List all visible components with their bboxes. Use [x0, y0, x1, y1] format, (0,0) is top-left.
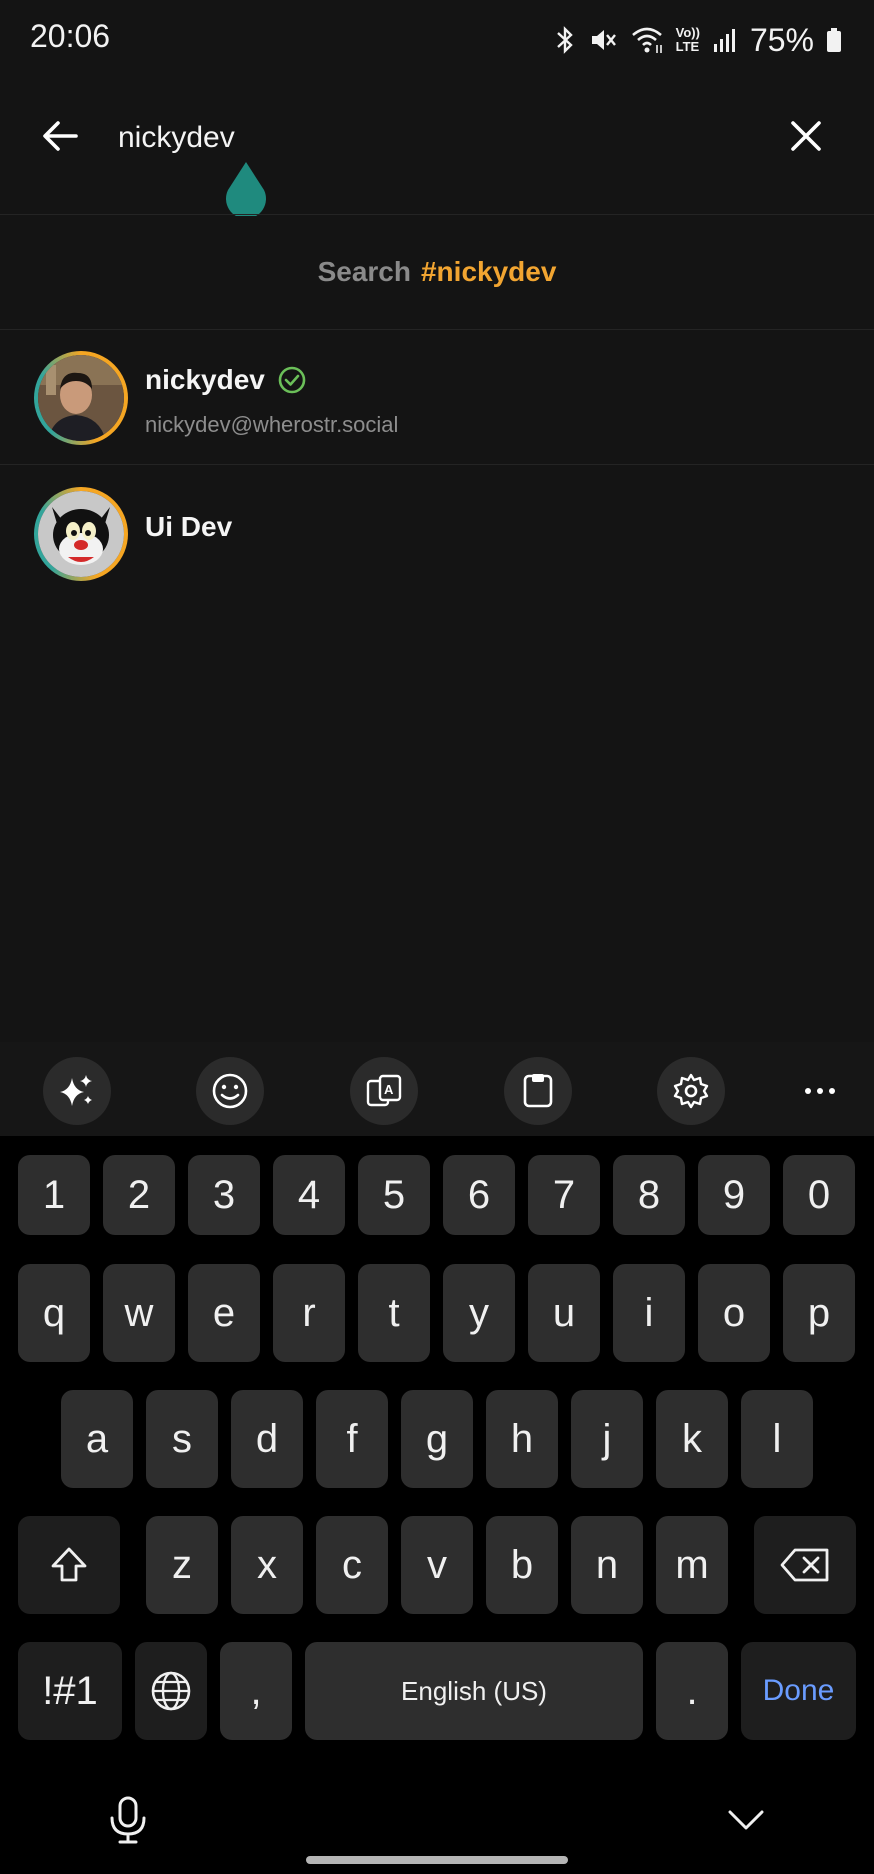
home-indicator[interactable] [306, 1856, 568, 1864]
gear-icon [673, 1073, 709, 1109]
backspace-icon [780, 1548, 829, 1582]
key-a[interactable]: a [61, 1390, 133, 1488]
language-key[interactable] [135, 1642, 207, 1740]
avatar-image [38, 355, 124, 441]
key-c[interactable]: c [316, 1516, 388, 1614]
key-l[interactable]: l [741, 1390, 813, 1488]
battery-percent: 75% [749, 21, 814, 58]
key-9[interactable]: 9 [698, 1155, 770, 1235]
lte-label: LTE [675, 39, 700, 54]
more-options-button[interactable] [790, 1057, 850, 1125]
volte-icon: Vo)) LTE [676, 26, 700, 54]
text-cursor-handle[interactable] [222, 160, 270, 216]
more-horizontal-icon [805, 1088, 835, 1094]
search-input[interactable] [118, 112, 738, 164]
key-t[interactable]: t [358, 1264, 430, 1362]
key-5[interactable]: 5 [358, 1155, 430, 1235]
key-n[interactable]: n [571, 1516, 643, 1614]
key-3[interactable]: 3 [188, 1155, 260, 1235]
backspace-key[interactable] [754, 1516, 856, 1614]
user-result-row[interactable]: Ui Dev [0, 465, 874, 601]
key-e[interactable]: e [188, 1264, 260, 1362]
key-f[interactable]: f [316, 1390, 388, 1488]
search-hashtag-term: #nickydev [420, 256, 557, 287]
clipboard-button[interactable] [504, 1057, 572, 1125]
key-b[interactable]: b [486, 1516, 558, 1614]
key-q[interactable]: q [18, 1264, 90, 1362]
avatar [34, 351, 128, 445]
keyboard-settings-button[interactable] [657, 1057, 725, 1125]
wifi-icon [630, 25, 664, 55]
microphone-icon[interactable] [108, 1796, 148, 1844]
period-key[interactable]: . [656, 1642, 728, 1740]
key-w[interactable]: w [103, 1264, 175, 1362]
close-icon [791, 121, 821, 151]
search-hashtag-prefix: Search [317, 256, 411, 287]
user-name-line: nickydev [145, 364, 307, 396]
key-y[interactable]: y [443, 1264, 515, 1362]
key-m[interactable]: m [656, 1516, 728, 1614]
clipboard-icon [523, 1074, 553, 1108]
battery-icon [826, 26, 842, 54]
svg-text:A: A [384, 1082, 394, 1097]
user-nip05: nickydev@wherostr.social [145, 412, 399, 437]
key-r[interactable]: r [273, 1264, 345, 1362]
key-k[interactable]: k [656, 1390, 728, 1488]
back-button[interactable] [36, 112, 84, 160]
clear-button[interactable] [782, 112, 830, 160]
key-z[interactable]: z [146, 1516, 218, 1614]
key-j[interactable]: j [571, 1390, 643, 1488]
translate-icon: A [366, 1074, 402, 1107]
key-i[interactable]: i [613, 1264, 685, 1362]
volte-label: Vo)) [675, 25, 700, 40]
avatar-image [38, 491, 124, 577]
mute-icon [588, 25, 618, 55]
key-4[interactable]: 4 [273, 1155, 345, 1235]
symbols-key[interactable]: !#1 [18, 1642, 122, 1740]
key-h[interactable]: h [486, 1390, 558, 1488]
search-hashtag-row[interactable]: Search #nickydev [0, 215, 874, 329]
comma-key[interactable]: , [220, 1642, 292, 1740]
key-x[interactable]: x [231, 1516, 303, 1614]
emoji-icon [212, 1073, 248, 1109]
user-display-name: Ui Dev [145, 511, 233, 542]
globe-icon [151, 1671, 191, 1711]
sparkle-icon [60, 1075, 92, 1106]
shift-key[interactable] [18, 1516, 120, 1614]
done-key[interactable]: Done [741, 1642, 856, 1740]
user-result-row[interactable]: nickydev nickydev@wherostr.social [0, 330, 874, 466]
key-o[interactable]: o [698, 1264, 770, 1362]
key-2[interactable]: 2 [103, 1155, 175, 1235]
user-name-line: Ui Dev [145, 511, 232, 543]
key-g[interactable]: g [401, 1390, 473, 1488]
keyboard-toolbar [0, 1042, 874, 1136]
verified-check-icon [278, 366, 306, 394]
user-display-name: nickydev [145, 364, 265, 395]
key-1[interactable]: 1 [18, 1155, 90, 1235]
hide-keyboard-icon[interactable] [726, 1806, 766, 1836]
ai-sparkle-button[interactable] [43, 1057, 111, 1125]
key-u[interactable]: u [528, 1264, 600, 1362]
key-6[interactable]: 6 [443, 1155, 515, 1235]
status-time: 20:06 [30, 18, 111, 54]
key-d[interactable]: d [231, 1390, 303, 1488]
key-7[interactable]: 7 [528, 1155, 600, 1235]
key-v[interactable]: v [401, 1516, 473, 1614]
emoji-button[interactable] [196, 1057, 264, 1125]
key-0[interactable]: 0 [783, 1155, 855, 1235]
shift-icon [51, 1547, 87, 1582]
signal-icon [712, 26, 738, 54]
key-p[interactable]: p [783, 1264, 855, 1362]
bluetooth-icon [554, 25, 576, 55]
arrow-left-icon [43, 121, 78, 151]
avatar [34, 487, 128, 581]
key-s[interactable]: s [146, 1390, 218, 1488]
space-key[interactable]: English (US) [305, 1642, 643, 1740]
status-icons: Vo)) LTE 75% [554, 20, 842, 60]
translate-button[interactable]: A [350, 1057, 418, 1125]
key-8[interactable]: 8 [613, 1155, 685, 1235]
